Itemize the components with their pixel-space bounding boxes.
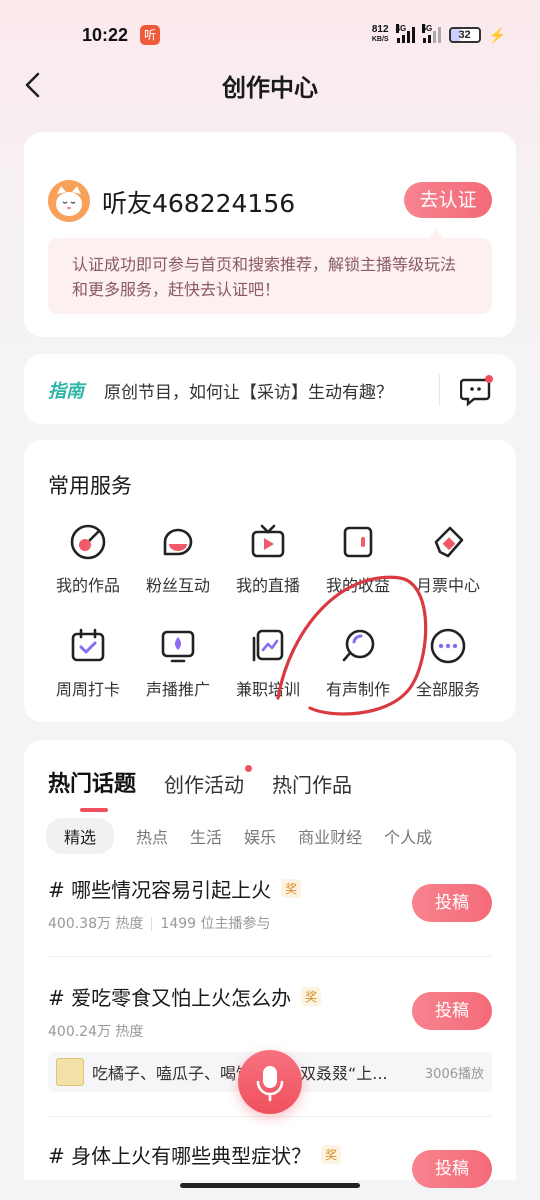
service-my-works[interactable]: 我的作品 [42,522,134,596]
calendar-check-icon [71,628,105,662]
service-label: 粉丝互动 [145,576,210,595]
divider [48,956,492,957]
topic-tabs: 热门话题 创作活动 热门作品 [48,765,352,812]
battery-icon: 32 [448,27,481,43]
charging-icon: ⚡ [488,26,506,43]
signal-4g-icon: 4G [395,24,415,43]
divider [439,374,440,406]
chip-entertainment[interactable]: 娱乐 [244,818,276,854]
topic-title: # 爱吃零食又怕上火怎么办 [48,986,292,1010]
nav-bar: 创作中心 [0,60,540,108]
tab-indicator [80,808,108,812]
divider [48,1116,492,1117]
notification-dot [245,765,253,772]
verify-tip: 认证成功即可参与首页和搜索推荐，解锁主播等级玩法和更多服务，赶快去认证吧！ [48,230,492,314]
guide-card[interactable]: 指南 原创节目，如何让【采访】生动有趣？ [24,354,516,424]
reward-badge: 奖 [321,1145,342,1164]
guide-text: 原创节目，如何让【采访】生动有趣？ [104,383,393,403]
service-weekly-checkin[interactable]: 周周打卡 [42,626,134,700]
chip-business[interactable]: 商业财经 [298,818,362,854]
verify-button[interactable]: 去认证 [404,182,492,218]
signal-5g-icon: 5G [421,24,441,43]
chip-trending[interactable]: 热点 [136,818,168,854]
guide-tag: 指南 [48,381,84,402]
service-label: 月票中心 [415,576,480,595]
chat-bubble-icon [163,528,193,556]
network-speed-unit: KB/S [371,36,389,43]
service-label: 声播推广 [145,680,210,699]
chip-life[interactable]: 生活 [190,818,222,854]
tab-label: 创作活动 [164,773,245,797]
app-notification-icon: 听 [140,25,161,45]
topic-participants: 1499 位主播参与 [160,916,271,932]
topic-heat: 400.38万 热度 [48,916,144,932]
service-voice-promotion[interactable]: 声播推广 [132,626,224,700]
topic-heat: 400.24万 热度 [48,1024,144,1040]
signal-5g-label: 5G [421,24,433,33]
avatar[interactable] [48,180,90,222]
training-board-icon [252,629,284,662]
tab-hot-works[interactable]: 热门作品 [272,769,352,798]
service-label: 兼职培训 [235,680,300,699]
service-audio-production[interactable]: 有声制作 [312,626,404,700]
service-my-earnings[interactable]: 我的收益 [312,522,404,596]
tab-creative-activities[interactable]: 创作活动 [164,765,253,798]
wallet-icon [343,526,373,558]
service-all-services[interactable]: 全部服务 [402,626,494,700]
ticket-icon [434,526,464,558]
tab-label: 热门话题 [48,772,137,797]
more-icon [430,628,466,664]
record-mic-button[interactable] [238,1050,302,1114]
chip-personal[interactable]: 个人成 [384,818,432,854]
topic-item[interactable]: # 爱吃零食又怕上火怎么办 奖 400.24万 热度 投稿 [48,982,492,1041]
microphone-icon [256,1066,284,1102]
message-icon[interactable] [460,374,494,406]
chip-featured[interactable]: 精选 [46,818,115,854]
signal-4g-label: 4G [395,24,407,33]
page-title: 创作中心 [222,74,318,102]
audio-play-count: 3006播放 [424,1066,484,1082]
service-label: 我的直播 [235,576,300,595]
topic-item[interactable]: # 哪些情况容易引起上火 奖 400.38万 热度 1499 位主播参与 投稿 [48,874,492,933]
submit-button[interactable]: 投稿 [412,1150,492,1188]
category-chips: 精选 热点 生活 娱乐 商业财经 个人成 [46,818,432,854]
status-indicators: 812 KB/S 4G 5G 32 ⚡ [372,24,506,45]
service-monthly-ticket[interactable]: 月票中心 [402,522,494,596]
submit-button[interactable]: 投稿 [412,992,492,1030]
promote-screen-icon [161,630,195,663]
services-card: 常用服务 我的作品 粉丝互动 我的直播 我的收益 月票中心 周周打卡 声播推广 … [24,440,516,722]
submit-button[interactable]: 投稿 [412,884,492,922]
network-speed: 812 KB/S [372,25,389,45]
audio-thumbnail [56,1058,84,1086]
network-speed-value: 812 [371,24,389,35]
record-icon [70,524,106,560]
section-title: 常用服务 [48,474,132,498]
topic-item[interactable]: # 身体上火有哪些典型症状？ 奖 投稿 [48,1140,492,1188]
service-label: 有声制作 [325,680,390,699]
service-label: 我的作品 [55,576,120,595]
home-indicator[interactable] [180,1183,360,1188]
reward-badge: 奖 [281,879,302,898]
cat-avatar-icon [48,180,90,222]
service-part-time-training[interactable]: 兼职培训 [222,626,314,700]
tab-label: 热门作品 [272,773,353,797]
tv-play-icon [251,524,285,558]
service-label: 全部服务 [415,680,480,699]
topic-title: # 哪些情况容易引起上火 [48,878,272,902]
service-fan-interaction[interactable]: 粉丝互动 [132,522,224,596]
service-label: 周周打卡 [55,680,120,699]
service-label: 我的收益 [325,576,390,595]
topic-title: # 身体上火有哪些典型症状？ [48,1144,312,1168]
username: 听友468224156 [102,189,296,218]
reward-badge: 奖 [301,987,322,1006]
audio-produce-icon [342,629,375,662]
profile-card: 听友468224156 去认证 认证成功即可参与首页和搜索推荐，解锁主播等级玩法… [24,132,516,337]
tab-hot-topics[interactable]: 热门话题 [48,766,137,812]
status-time: 10:22 [82,24,129,45]
service-my-live[interactable]: 我的直播 [222,522,314,596]
